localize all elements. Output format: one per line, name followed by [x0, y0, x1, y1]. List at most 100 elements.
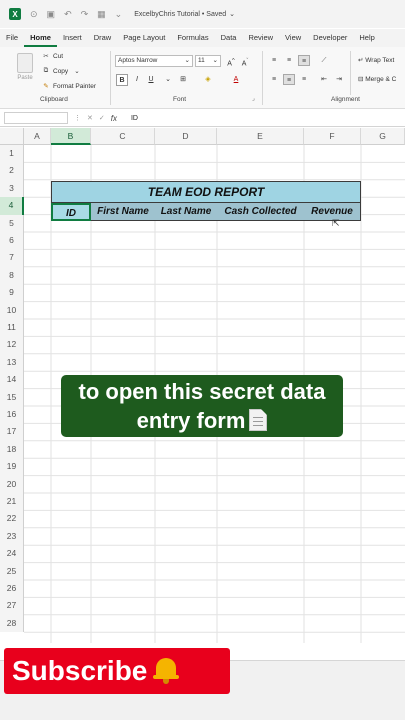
ribbon-tabs: File Home Insert Draw Page Layout Formul… — [0, 29, 405, 47]
dialog-launcher-icon[interactable]: ⌟ — [252, 95, 255, 102]
row-header[interactable]: 23 — [0, 527, 24, 546]
autosave-toggle-icon[interactable]: ⊙ — [30, 9, 38, 20]
row-header[interactable]: 21 — [0, 493, 24, 511]
customize-toolbar-icon[interactable]: ⌄ — [115, 9, 123, 20]
column-header-d[interactable]: D — [155, 128, 217, 145]
tab-formulas[interactable]: Formulas — [171, 29, 214, 47]
row-header[interactable]: 7 — [0, 249, 24, 267]
paste-button[interactable]: Paste — [14, 53, 36, 81]
row-header[interactable]: 19 — [0, 458, 24, 476]
quick-access-icon[interactable]: ▦ — [97, 9, 106, 20]
decrease-font-size-button[interactable]: Aˇ — [239, 55, 251, 67]
tab-insert[interactable]: Insert — [57, 29, 88, 47]
align-center-icon[interactable]: ≡ — [283, 74, 295, 85]
row-header[interactable]: 27 — [0, 597, 24, 615]
column-header-c[interactable]: C — [91, 128, 155, 145]
tab-draw[interactable]: Draw — [88, 29, 118, 47]
row-header[interactable]: 20 — [0, 475, 24, 493]
chevron-down-icon[interactable]: ⌄ — [162, 74, 174, 86]
subscribe-button[interactable]: Subscribe — [4, 648, 230, 694]
format-painter-button[interactable]: ✎ Format Painter — [42, 82, 96, 91]
row-header[interactable]: 6 — [0, 232, 24, 250]
merge-icon: ⊟ — [358, 76, 364, 83]
save-icon[interactable]: ▣ — [47, 9, 56, 20]
tab-home[interactable]: Home — [24, 29, 57, 47]
row-header[interactable]: 3 — [0, 179, 24, 198]
header-cell-cash-collected[interactable]: Cash Collected — [217, 203, 304, 221]
merge-center-button[interactable]: ⊟ Merge & C — [358, 75, 396, 83]
row-header[interactable]: 5 — [0, 214, 24, 232]
align-middle-icon[interactable]: ≡ — [283, 55, 295, 66]
fill-color-icon[interactable]: ◈ — [202, 74, 214, 86]
document-title[interactable]: ExcelbyChris Tutorial • Saved ⌄ — [134, 10, 235, 18]
more-options-icon[interactable]: ⋮ — [74, 114, 81, 122]
tab-page-layout[interactable]: Page Layout — [117, 29, 171, 47]
row-header[interactable]: 25 — [0, 562, 24, 580]
header-cell-last-name[interactable]: Last Name — [155, 203, 217, 221]
header-cell-first-name[interactable]: First Name — [91, 203, 155, 221]
bold-button[interactable]: B — [116, 74, 128, 86]
column-header-b[interactable]: B — [51, 128, 91, 145]
borders-icon[interactable]: ⊞ — [177, 74, 189, 86]
row-header[interactable]: 28 — [0, 614, 24, 633]
cancel-icon[interactable]: ✕ — [87, 114, 93, 122]
increase-indent-icon[interactable]: ⇥ — [333, 74, 345, 85]
row-header[interactable]: 24 — [0, 545, 24, 563]
wrap-text-icon: ↵ — [358, 57, 364, 64]
row-header[interactable]: 11 — [0, 319, 24, 337]
tab-help[interactable]: Help — [353, 29, 380, 47]
tab-data[interactable]: Data — [215, 29, 243, 47]
row-header[interactable]: 10 — [0, 301, 24, 319]
copy-button[interactable]: ⧉ Copy ⌄ — [42, 67, 80, 75]
row-header[interactable]: 12 — [0, 336, 24, 354]
group-divider — [262, 51, 263, 105]
report-title-cell[interactable]: TEAM EOD REPORT — [51, 181, 361, 203]
enter-icon[interactable]: ✓ — [99, 114, 105, 122]
redo-icon[interactable]: ↷ — [81, 9, 89, 20]
cut-button[interactable]: ✂ Cut — [42, 52, 63, 61]
orientation-icon[interactable]: ⟋ — [318, 55, 330, 66]
tab-review[interactable]: Review — [242, 29, 279, 47]
italic-button[interactable]: I — [131, 74, 143, 86]
align-right-icon[interactable]: ≡ — [298, 74, 310, 85]
row-header[interactable]: 9 — [0, 284, 24, 302]
column-header-g[interactable]: G — [361, 128, 405, 145]
select-all-corner[interactable] — [0, 128, 24, 145]
row-header[interactable]: 18 — [0, 440, 24, 459]
row-header[interactable]: 22 — [0, 510, 24, 528]
row-header[interactable]: 8 — [0, 266, 24, 285]
row-header[interactable]: 17 — [0, 423, 24, 441]
wrap-text-button[interactable]: ↵ Wrap Text — [358, 56, 394, 64]
row-header[interactable]: 16 — [0, 406, 24, 424]
align-top-icon[interactable]: ≡ — [268, 55, 280, 66]
align-bottom-icon[interactable]: ≡ — [298, 55, 310, 66]
row-header[interactable]: 14 — [0, 371, 24, 389]
row-header[interactable]: 15 — [0, 388, 24, 406]
underline-button[interactable]: U — [145, 74, 157, 86]
tab-view[interactable]: View — [279, 29, 307, 47]
align-left-icon[interactable]: ≡ — [268, 74, 280, 85]
increase-font-size-button[interactable]: A^ — [225, 55, 237, 67]
decrease-indent-icon[interactable]: ⇤ — [318, 74, 330, 85]
row-header[interactable]: 2 — [0, 162, 24, 180]
row-header[interactable]: 4 — [0, 197, 24, 215]
header-cell-id[interactable]: ID — [51, 203, 91, 221]
font-name-select[interactable]: Aptos Narrow ⌄ — [115, 55, 193, 67]
column-header-a[interactable]: A — [24, 128, 51, 145]
tab-developer[interactable]: Developer — [307, 29, 353, 47]
row-header[interactable]: 1 — [0, 145, 24, 163]
row-header[interactable]: 26 — [0, 580, 24, 598]
name-box[interactable] — [4, 112, 68, 124]
row-header[interactable]: 13 — [0, 353, 24, 372]
font-group-label: Font — [173, 96, 187, 103]
font-color-icon[interactable]: A — [230, 74, 242, 86]
tab-file[interactable]: File — [0, 29, 24, 47]
column-header-e[interactable]: E — [217, 128, 304, 145]
insert-function-icon[interactable]: fx — [111, 114, 117, 123]
undo-icon[interactable]: ↶ — [64, 9, 72, 20]
chevron-down-icon: ⌄ — [212, 57, 218, 64]
title-bar: X ⊙ ▣ ↶ ↷ ▦ ⌄ ExcelbyChris Tutorial • Sa… — [0, 0, 405, 28]
formula-input[interactable]: ID — [131, 115, 138, 122]
column-header-f[interactable]: F — [304, 128, 361, 145]
font-size-select[interactable]: 11 ⌄ — [195, 55, 221, 67]
